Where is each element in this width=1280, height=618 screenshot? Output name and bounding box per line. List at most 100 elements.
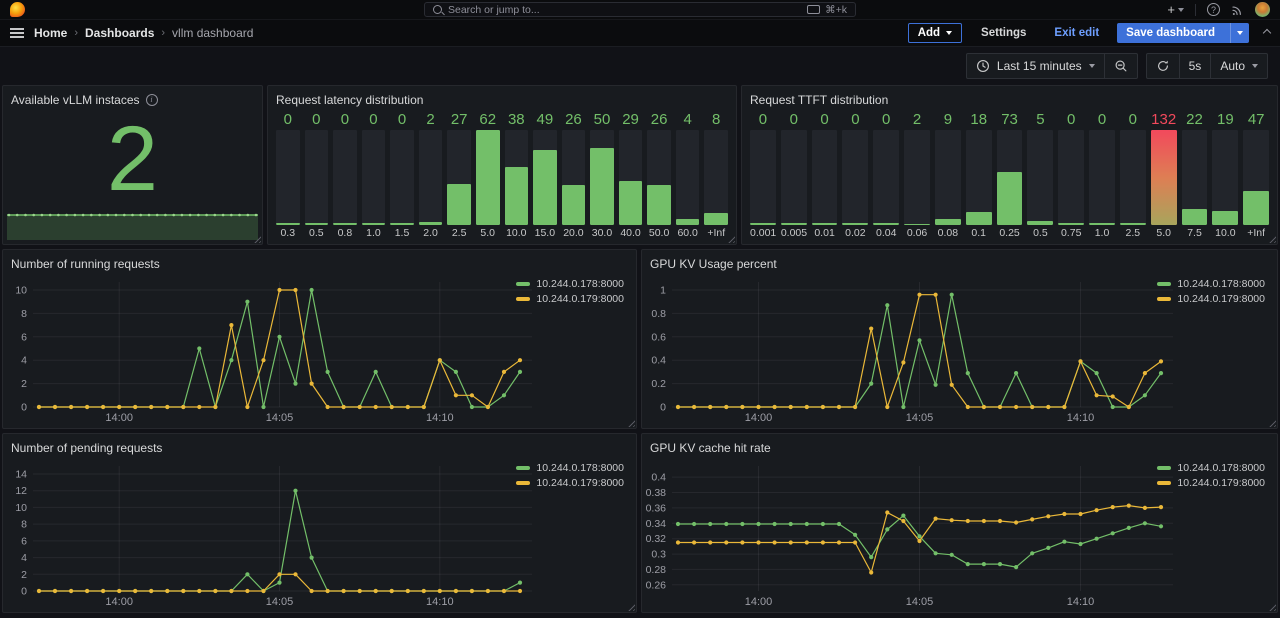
bar[interactable] (276, 130, 300, 225)
auto-refresh-picker[interactable]: Auto (1210, 54, 1267, 78)
bar-fill (1089, 223, 1115, 225)
bar[interactable] (1151, 130, 1177, 225)
bar[interactable] (1212, 130, 1238, 225)
bar-label: 0.001 (750, 225, 776, 240)
bar[interactable] (647, 130, 671, 225)
user-avatar[interactable] (1255, 2, 1270, 17)
legend-item[interactable]: 10.244.0.179:8000 (516, 477, 624, 489)
bar-label: 30.0 (590, 225, 614, 240)
panel-header[interactable]: Number of pending requests (3, 434, 636, 458)
legend-item[interactable]: 10.244.0.178:8000 (516, 278, 624, 290)
bar-label: 15.0 (533, 225, 557, 240)
legend-item[interactable]: 10.244.0.179:8000 (1157, 477, 1265, 489)
new-button[interactable]: + (1167, 2, 1184, 17)
dashboard-canvas: Available vLLM instaces i 2 Request late… (0, 84, 1280, 618)
bar-label: 0.08 (935, 225, 961, 240)
bar[interactable] (1243, 130, 1269, 225)
bar[interactable] (1027, 130, 1053, 225)
save-dropdown-toggle[interactable] (1230, 23, 1249, 43)
bar-gauge: 0 0.3 0 0.5 0 0.8 0 1.0 0 1.5 2 2.0 27 2… (276, 112, 728, 240)
bar-fill (904, 224, 930, 225)
breadcrumb-home[interactable]: Home (34, 26, 67, 40)
svg-text:0.26: 0.26 (646, 579, 667, 591)
svg-text:0: 0 (660, 402, 666, 414)
refresh-interval[interactable]: 5s (1179, 54, 1211, 78)
panel-header[interactable]: GPU KV cache hit rate (642, 434, 1277, 458)
legend-item[interactable]: 10.244.0.178:8000 (1157, 462, 1265, 474)
legend-item[interactable]: 10.244.0.179:8000 (516, 293, 624, 305)
bar[interactable] (362, 130, 386, 225)
bar[interactable] (904, 130, 930, 225)
panel-header[interactable]: GPU KV Usage percent (642, 250, 1277, 274)
bar[interactable] (619, 130, 643, 225)
svg-text:0.38: 0.38 (646, 487, 667, 499)
collapse-chrome-icon[interactable] (1263, 29, 1271, 37)
bar[interactable] (447, 130, 471, 225)
legend-item[interactable]: 10.244.0.178:8000 (1157, 278, 1265, 290)
help-icon[interactable]: ? (1207, 3, 1220, 16)
bar[interactable] (812, 130, 838, 225)
bar-label: 0.06 (904, 225, 930, 240)
bar[interactable] (873, 130, 899, 225)
breadcrumb-dashboards[interactable]: Dashboards (85, 26, 154, 40)
zoom-out-button[interactable] (1104, 54, 1137, 78)
bar[interactable] (1089, 130, 1115, 225)
bar-label: 2.5 (1120, 225, 1146, 240)
bar[interactable] (1120, 130, 1146, 225)
info-icon[interactable]: i (146, 94, 158, 106)
bar[interactable] (1058, 130, 1084, 225)
bar-cell: 4 60.0 (676, 112, 700, 240)
bar[interactable] (704, 130, 728, 225)
panel-header[interactable]: Request latency distribution (268, 86, 736, 110)
bar-cell: 22 7.5 (1182, 112, 1208, 240)
legend-item[interactable]: 10.244.0.179:8000 (1157, 293, 1265, 305)
time-range-picker[interactable]: Last 15 minutes (967, 54, 1104, 78)
bar[interactable] (390, 130, 414, 225)
bar[interactable] (562, 130, 586, 225)
legend-swatch-icon (516, 297, 530, 301)
grafana-logo-icon[interactable] (10, 2, 25, 17)
bar-fill (419, 222, 443, 225)
panel-available-instances: Available vLLM instaces i 2 (2, 85, 263, 245)
bar[interactable] (935, 130, 961, 225)
panel-header[interactable]: Available vLLM instaces i (3, 86, 262, 110)
bar[interactable] (750, 130, 776, 225)
bar-cell: 26 50.0 (647, 112, 671, 240)
exit-edit-label: Exit edit (1054, 27, 1099, 39)
bar[interactable] (505, 130, 529, 225)
panel-header[interactable]: Request TTFT distribution (742, 86, 1277, 110)
settings-button[interactable]: Settings (971, 23, 1036, 43)
bar[interactable] (997, 130, 1023, 225)
bar[interactable] (533, 130, 557, 225)
bar-label: 7.5 (1182, 225, 1208, 240)
bar[interactable] (476, 130, 500, 225)
bar[interactable] (966, 130, 992, 225)
bar[interactable] (676, 130, 700, 225)
legend-item[interactable]: 10.244.0.178:8000 (516, 462, 624, 474)
bar[interactable] (781, 130, 807, 225)
bar[interactable] (842, 130, 868, 225)
add-button[interactable]: Add (908, 23, 962, 43)
search-input[interactable]: Search or jump to... ⌘+k (424, 2, 856, 17)
settings-button-label: Settings (981, 27, 1026, 39)
bar-label: 0.02 (842, 225, 868, 240)
svg-text:14:00: 14:00 (745, 412, 773, 424)
refresh-button[interactable] (1147, 54, 1179, 78)
bar[interactable] (1182, 130, 1208, 225)
legend: 10.244.0.178:8000 10.244.0.179:8000 (516, 462, 624, 489)
svg-text:14:00: 14:00 (105, 412, 133, 424)
bar[interactable] (305, 130, 329, 225)
exit-edit-button[interactable]: Exit edit (1045, 23, 1108, 43)
bar[interactable] (590, 130, 614, 225)
svg-text:14: 14 (15, 469, 27, 481)
bar-label: 5.0 (476, 225, 500, 240)
news-icon[interactable] (1231, 3, 1244, 16)
menu-icon[interactable] (10, 28, 24, 38)
bar[interactable] (333, 130, 357, 225)
bar-value: 0 (812, 112, 838, 130)
bar-cell: 0 0.001 (750, 112, 776, 240)
panel-header[interactable]: Number of running requests (3, 250, 636, 274)
save-dashboard-button[interactable]: Save dashboard (1117, 23, 1249, 43)
bar-value: 9 (935, 112, 961, 130)
bar[interactable] (419, 130, 443, 225)
